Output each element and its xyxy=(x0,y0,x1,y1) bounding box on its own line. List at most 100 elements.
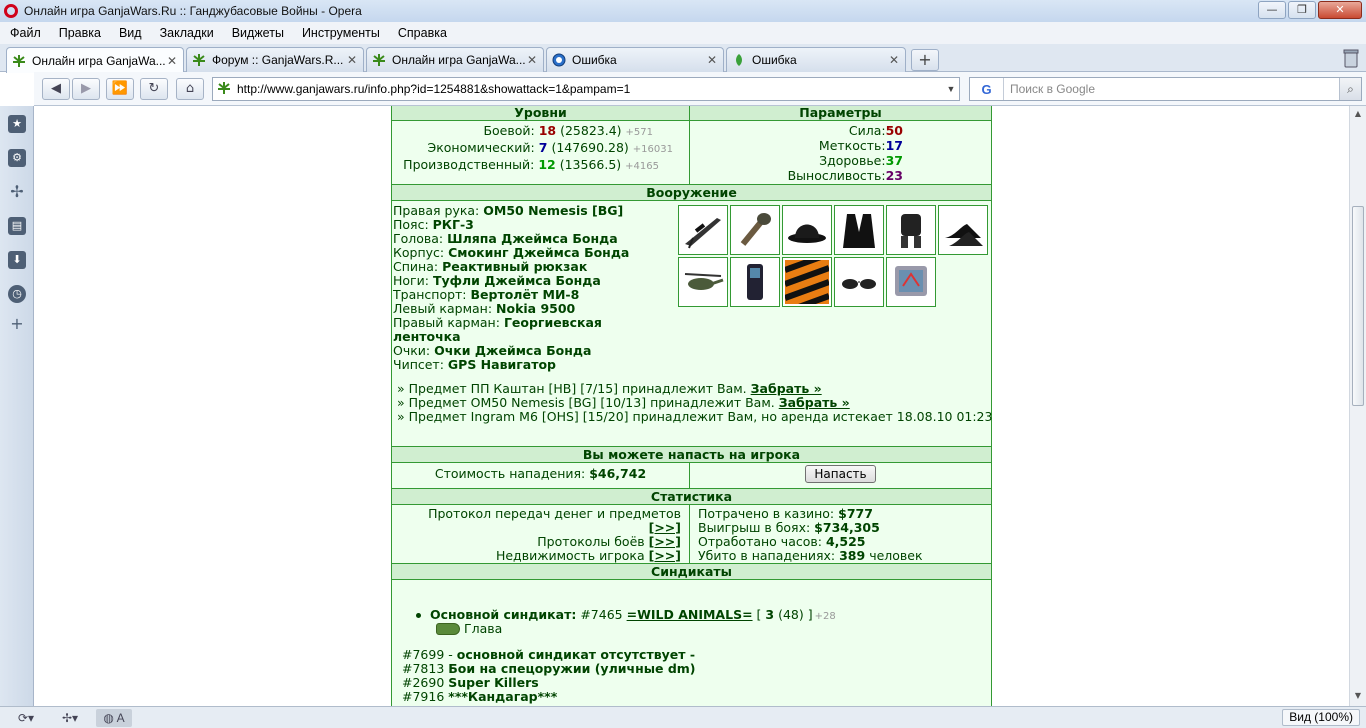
param-strength: Сила:50 xyxy=(848,123,903,138)
list-item: #7916 ***Кандагар*** xyxy=(402,689,558,704)
scroll-up-icon[interactable]: ▲ xyxy=(1352,108,1364,120)
params-header: Параметры xyxy=(690,106,991,121)
slot-right-pocket: Правый карман: Георгиевская xyxy=(393,315,602,330)
owned-item-3: » Предмет Ingram M6 [OHS] [15/20] принад… xyxy=(397,409,993,424)
owned-item-1: » Предмет ПП Каштан [HB] [7/15] принадле… xyxy=(397,381,822,396)
slot-legs: Ноги: Туфли Джеймса Бонда xyxy=(393,273,601,288)
close-tab-icon[interactable]: ✕ xyxy=(165,54,179,68)
player-info-table: Уровни Боевой: 18 (25823.4) +571 Экономич… xyxy=(391,106,992,706)
history-icon[interactable]: ◷ xyxy=(8,285,26,303)
new-tab-button[interactable]: + xyxy=(911,49,939,71)
downloads-icon[interactable]: ⬇ xyxy=(8,251,26,269)
trash-icon[interactable] xyxy=(1342,48,1360,68)
shoes-icon[interactable] xyxy=(938,205,988,255)
take-item-link[interactable]: Забрать » xyxy=(751,381,822,396)
menu-widgets[interactable]: Виджеты xyxy=(222,26,292,40)
notes-icon[interactable]: ▤ xyxy=(8,217,26,235)
close-tab-icon[interactable]: ✕ xyxy=(887,53,901,67)
battles-link[interactable]: [>>] xyxy=(649,534,681,549)
stat-battle-wins: Выигрыш в боях: $734,305 xyxy=(698,520,880,535)
tab-2[interactable]: Форум :: GanjaWars.R... ✕ xyxy=(186,47,364,72)
vertical-scrollbar[interactable]: ▲ ▼ xyxy=(1349,106,1366,706)
ribbon-icon[interactable] xyxy=(782,257,832,307)
armament-block: Правая рука: OM50 Nemesis [BG] Пояс: РКГ… xyxy=(392,201,992,446)
menu-tools[interactable]: Инструменты xyxy=(292,26,388,40)
zoom-indicator[interactable]: Вид (100%) xyxy=(1282,709,1360,726)
google-icon[interactable]: G xyxy=(970,78,1004,100)
level-economic: Экономический: 7 (147690.28) +16031 xyxy=(427,140,674,155)
helicopter-icon[interactable] xyxy=(678,257,728,307)
syndicates-header: Синдикаты xyxy=(392,563,991,580)
armament-header: Вооружение xyxy=(392,184,991,201)
search-placeholder[interactable]: Поиск в Google xyxy=(1010,82,1339,96)
bowler-hat-icon[interactable] xyxy=(782,205,832,255)
transfers-link[interactable]: [>>] xyxy=(649,520,681,535)
tab-label: Онлайн игра GanjaWa... xyxy=(32,53,165,68)
leaf-green-icon xyxy=(731,52,747,68)
reload-button[interactable]: ↻ xyxy=(140,78,168,100)
maximize-button[interactable]: ❐ xyxy=(1288,1,1316,19)
syndicate-list: #7699 - основной синдикат отсутствует - … xyxy=(402,648,696,704)
address-bar[interactable]: http://www.ganjawars.ru/info.php?id=1254… xyxy=(212,77,960,101)
menu-help[interactable]: Справка xyxy=(388,26,455,40)
back-button[interactable]: ◀ xyxy=(42,78,70,100)
list-item: #2690 Super Killers xyxy=(402,675,539,690)
slot-belt: Пояс: РКГ-3 xyxy=(393,217,474,232)
tuxedo-icon[interactable] xyxy=(834,205,884,255)
rifle-icon[interactable] xyxy=(678,205,728,255)
stats-header: Статистика xyxy=(392,488,991,505)
param-endurance: Выносливость:23 xyxy=(787,168,903,183)
url-text[interactable]: http://www.ganjawars.ru/info.php?id=1254… xyxy=(237,82,943,96)
list-item: #7813 Бои на спецоружии (уличные dm) xyxy=(402,661,696,676)
tab-3[interactable]: Онлайн игра GanjaWa... ✕ xyxy=(366,47,544,72)
params-block: Сила:50 Меткость:17 Здоровье:37 Вынослив… xyxy=(690,121,991,184)
add-panel-icon[interactable]: + xyxy=(8,315,26,333)
menu-bookmarks[interactable]: Закладки xyxy=(150,26,222,40)
close-tab-icon[interactable]: ✕ xyxy=(705,53,719,67)
tab-1[interactable]: Онлайн игра GanjaWa... ✕ xyxy=(6,47,184,73)
tab-5[interactable]: Ошибка ✕ xyxy=(726,47,906,72)
property-link[interactable]: [>>] xyxy=(649,548,681,563)
gps-icon[interactable] xyxy=(886,257,936,307)
home-button[interactable]: ⌂ xyxy=(176,78,204,100)
address-dropdown-icon[interactable]: ▼ xyxy=(943,84,959,94)
scroll-down-icon[interactable]: ▼ xyxy=(1352,690,1364,702)
param-accuracy: Меткость:17 xyxy=(818,138,903,153)
grenade-icon[interactable] xyxy=(730,205,780,255)
tab-label: Ошибка xyxy=(572,53,617,67)
minimize-button[interactable]: — xyxy=(1258,1,1286,19)
levels-block: Боевой: 18 (25823.4) +571 Экономический: … xyxy=(392,121,689,178)
tab-label: Онлайн игра GanjaWa... xyxy=(392,53,525,67)
widgets-icon[interactable]: ⚙ xyxy=(8,149,26,167)
scroll-thumb[interactable] xyxy=(1352,206,1364,406)
search-bar[interactable]: G Поиск в Google ⌕ xyxy=(969,77,1362,101)
search-icon[interactable]: ⌕ xyxy=(1339,78,1361,100)
globe-icon xyxy=(551,52,567,68)
close-button[interactable]: ✕ xyxy=(1318,1,1362,19)
unite-icon[interactable]: ✢ xyxy=(8,183,26,201)
menu-view[interactable]: Вид xyxy=(109,26,150,40)
unite-status-icon[interactable]: ✢▾ xyxy=(52,709,88,727)
turbo-icon[interactable]: ◍ A xyxy=(96,708,132,727)
owned-items: » Предмет ПП Каштан [HB] [7/15] принадле… xyxy=(397,382,992,424)
leaf-icon xyxy=(11,53,27,69)
sunglasses-icon[interactable] xyxy=(834,257,884,307)
menu-file[interactable]: Файл xyxy=(0,26,49,40)
jetpack-icon[interactable] xyxy=(886,205,936,255)
close-tab-icon[interactable]: ✕ xyxy=(525,53,539,67)
syndicate-link[interactable]: =WILD ANIMALS= xyxy=(627,607,753,622)
tab-4[interactable]: Ошибка ✕ xyxy=(546,47,724,72)
sync-icon[interactable]: ⟳▾ xyxy=(8,709,44,727)
attack-button[interactable]: Напасть xyxy=(805,465,876,483)
stats-block: Протокол передач денег и предметов [>>] … xyxy=(392,505,991,563)
bookmarks-icon[interactable]: ★ xyxy=(8,115,26,133)
leaf-icon xyxy=(371,52,387,68)
phone-icon[interactable] xyxy=(730,257,780,307)
window-title: Онлайн игра GanjaWars.Ru :: Ганджубасовы… xyxy=(24,4,362,18)
forward-button[interactable]: ▶ xyxy=(72,78,100,100)
take-item-link[interactable]: Забрать » xyxy=(779,395,850,410)
menu-edit[interactable]: Правка xyxy=(49,26,109,40)
attack-block: Стоимость нападения: $46,742 Напасть xyxy=(392,463,991,488)
fast-forward-button[interactable]: ⏩ xyxy=(106,78,134,100)
close-tab-icon[interactable]: ✕ xyxy=(345,53,359,67)
